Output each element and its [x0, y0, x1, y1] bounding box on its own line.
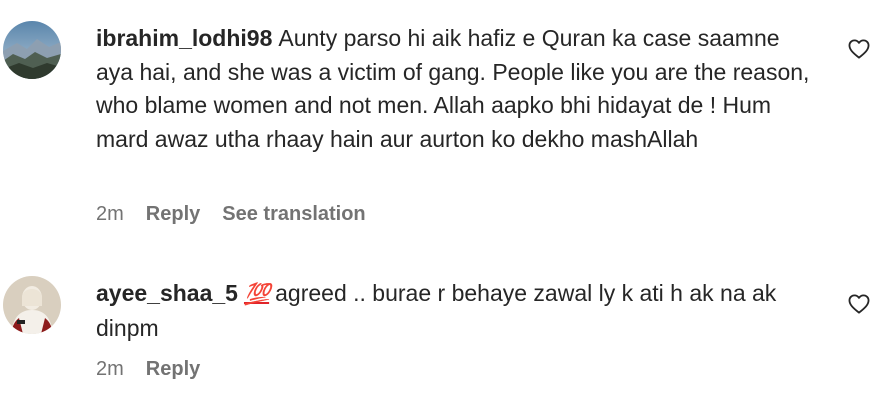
comment-1-meta: 2m Reply See translation: [96, 203, 366, 226]
comment-1-username[interactable]: ibrahim_lodhi98: [96, 25, 272, 51]
comment-2-username[interactable]: ayee_shaa_5: [96, 280, 238, 306]
comment-1-see-translation-button[interactable]: See translation: [222, 203, 365, 226]
comment-2-text-block: ayee_shaa_5 💯 agreed .. burae r behaye zaw…: [96, 277, 816, 345]
comment-2-timestamp: 2m: [96, 358, 124, 380]
comment-1-text-block: ibrahim_lodhi98 Aunty parso hi aik hafiz …: [96, 22, 816, 156]
comment-2-reply-button[interactable]: Reply: [146, 358, 200, 381]
comment-1-like-heart-icon[interactable]: [848, 39, 870, 59]
comment-2-meta: 2m Reply: [96, 358, 200, 381]
avatar-person-icon[interactable]: [3, 276, 61, 334]
comment-1-reply-button[interactable]: Reply: [146, 203, 200, 226]
hundred-points-emoji-icon: 💯: [243, 283, 270, 306]
avatar-mountain-icon[interactable]: [3, 21, 61, 79]
comment-2-like-heart-icon[interactable]: [848, 294, 870, 314]
comment-1-timestamp: 2m: [96, 203, 124, 225]
